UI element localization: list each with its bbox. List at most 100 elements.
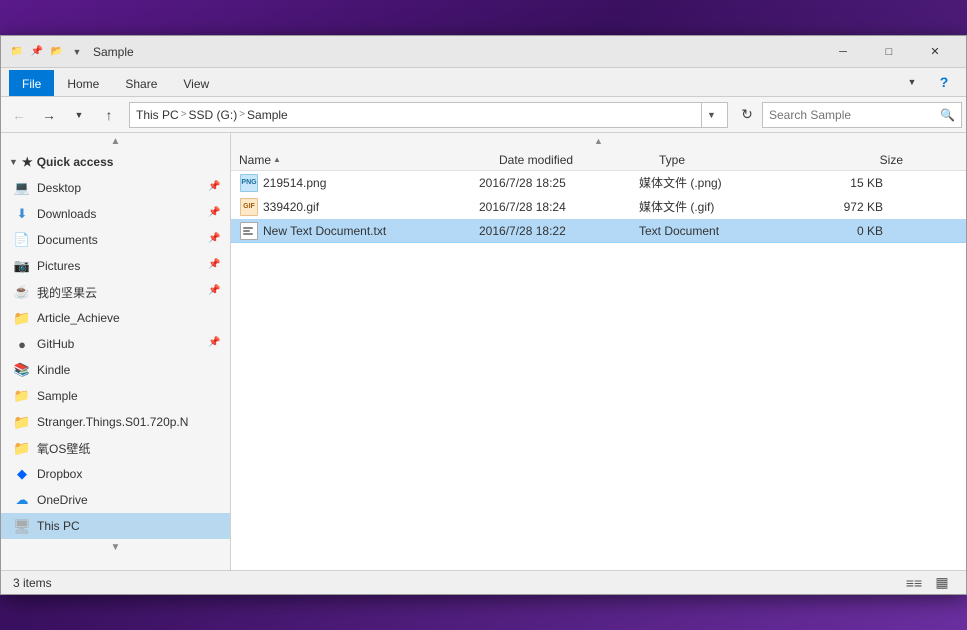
quickaccess-label: Quick access bbox=[37, 155, 114, 169]
file-type-txt: Text Document bbox=[631, 224, 791, 238]
bc-thispc[interactable]: This PC bbox=[136, 108, 179, 122]
view-controls: ≡≡ ▦ bbox=[902, 573, 954, 593]
up-button[interactable]: ↑ bbox=[95, 101, 123, 129]
sidebar-item-thispc[interactable]: 🖥 This PC bbox=[1, 513, 230, 539]
file-list-scroll-up[interactable]: ▲ bbox=[594, 136, 603, 146]
ribbon-tabs: File Home Share View ▼ ? bbox=[1, 68, 966, 96]
sidebar-item-github[interactable]: ● GitHub 📌 bbox=[1, 331, 230, 357]
back-button[interactable]: ← bbox=[5, 101, 33, 129]
sidebar-item-label: 氧OS壁纸 bbox=[37, 440, 90, 457]
tab-share[interactable]: Share bbox=[112, 70, 170, 96]
sidebar-item-article[interactable]: 📁 Article_Achieve bbox=[1, 305, 230, 331]
title-bar: 📁 📌 📂 ▼ Sample ─ □ ✕ bbox=[1, 36, 966, 68]
maximize-button[interactable]: □ bbox=[866, 36, 912, 68]
search-box[interactable]: 🔍 bbox=[762, 102, 962, 128]
col-type-label: Type bbox=[659, 153, 685, 167]
sidebar-section-quickaccess[interactable]: ▼ ★ Quick access bbox=[1, 149, 230, 175]
col-name-label: Name bbox=[239, 153, 271, 167]
sidebar-item-desktop[interactable]: 💻 Desktop 📌 bbox=[1, 175, 230, 201]
pin-icon: 📌 bbox=[208, 181, 222, 195]
tab-home[interactable]: Home bbox=[54, 70, 112, 96]
down-arrow-icon: ▼ bbox=[69, 44, 85, 60]
folder-icon-small: 📂 bbox=[49, 44, 65, 60]
sidebar-item-onedrive[interactable]: ☁ OneDrive bbox=[1, 487, 230, 513]
pin-icon: 📌 bbox=[208, 285, 222, 299]
file-type-gif: 媒体文件 (.gif) bbox=[631, 198, 791, 215]
sidebar-scroll-up[interactable]: ▲ bbox=[1, 133, 230, 149]
sidebar-item-label: Article_Achieve bbox=[37, 311, 120, 325]
file-size-gif: 972 KB bbox=[791, 200, 891, 214]
sort-arrow-name: ▲ bbox=[273, 155, 281, 164]
window-title: Sample bbox=[93, 45, 820, 59]
file-row-txt[interactable]: New Text Document.txt 2016/7/28 18:22 Te… bbox=[231, 219, 966, 243]
sidebar-item-documents[interactable]: 📄 Documents 📌 bbox=[1, 227, 230, 253]
sidebar-item-sample[interactable]: 📁 Sample bbox=[1, 383, 230, 409]
onedrive-icon: ☁ bbox=[13, 491, 31, 509]
search-icon: 🔍 bbox=[940, 108, 955, 122]
github-icon: ● bbox=[13, 335, 31, 353]
window-icon-folder: 📁 bbox=[9, 44, 25, 60]
ribbon-dropdown-btn[interactable]: ▼ bbox=[898, 68, 926, 96]
help-button[interactable]: ? bbox=[930, 68, 958, 96]
folder-icon: 📁 bbox=[13, 309, 31, 327]
title-bar-icons: 📁 📌 📂 ▼ bbox=[9, 44, 85, 60]
file-name-cell-png: PNG 219514.png bbox=[231, 173, 471, 193]
kindle-icon: 📚 bbox=[13, 361, 31, 379]
bc-sample[interactable]: Sample bbox=[247, 108, 288, 122]
downloads-icon: ⬇ bbox=[13, 205, 31, 223]
bc-ssd[interactable]: SSD (G:) bbox=[189, 108, 238, 122]
nuts-icon: ☕ bbox=[13, 283, 31, 301]
close-button[interactable]: ✕ bbox=[912, 36, 958, 68]
sidebar-item-label: Downloads bbox=[37, 207, 96, 221]
sidebar-item-nuts[interactable]: ☕ 我的坚果云 📌 bbox=[1, 279, 230, 305]
sidebar-item-pictures[interactable]: 📷 Pictures 📌 bbox=[1, 253, 230, 279]
col-header-date[interactable]: Date modified bbox=[491, 153, 651, 167]
details-view-button[interactable]: ≡≡ bbox=[902, 573, 926, 593]
file-name-cell-txt: New Text Document.txt bbox=[231, 221, 471, 241]
sidebar-item-dropbox[interactable]: ◆ Dropbox bbox=[1, 461, 230, 487]
window-controls: ─ □ ✕ bbox=[820, 36, 958, 68]
sidebar-item-stranger[interactable]: 📁 Stranger.Things.S01.720p.N bbox=[1, 409, 230, 435]
col-header-name[interactable]: Name ▲ bbox=[231, 153, 491, 167]
search-input[interactable] bbox=[769, 108, 936, 122]
sidebar-item-kindle[interactable]: 📚 Kindle bbox=[1, 357, 230, 383]
sidebar-item-downloads[interactable]: ⬇ Downloads 📌 bbox=[1, 201, 230, 227]
col-date-label: Date modified bbox=[499, 153, 573, 167]
sidebar-item-label: GitHub bbox=[37, 337, 74, 351]
sidebar-item-label: Pictures bbox=[37, 259, 80, 273]
ribbon: File Home Share View ▼ ? bbox=[1, 68, 966, 97]
refresh-button[interactable]: ↻ bbox=[734, 102, 760, 128]
file-row-gif[interactable]: GIF 339420.gif 2016/7/28 18:24 媒体文件 (.gi… bbox=[231, 195, 966, 219]
recent-button[interactable]: ▼ bbox=[65, 101, 93, 129]
png-file-icon: PNG bbox=[239, 173, 259, 193]
sidebar-item-label: Dropbox bbox=[37, 467, 82, 481]
bc-sep-1: > bbox=[181, 109, 187, 120]
tab-view[interactable]: View bbox=[170, 70, 222, 96]
col-header-size[interactable]: Size bbox=[811, 153, 911, 167]
file-name-txt: New Text Document.txt bbox=[263, 224, 386, 238]
gif-file-icon: GIF bbox=[239, 197, 259, 217]
address-bar[interactable]: This PC > SSD (G:) > Sample ▼ bbox=[129, 102, 728, 128]
col-size-label: Size bbox=[880, 153, 903, 167]
main-area: ▲ ▼ ★ Quick access 💻 Desktop 📌 ⬇ Downloa… bbox=[1, 133, 966, 570]
file-name-cell-gif: GIF 339420.gif bbox=[231, 197, 471, 217]
file-row-png[interactable]: PNG 219514.png 2016/7/28 18:25 媒体文件 (.pn… bbox=[231, 171, 966, 195]
file-list: ▲ Name ▲ Date modified Type Size bbox=[231, 133, 966, 570]
file-date-txt: 2016/7/28 18:22 bbox=[471, 224, 631, 238]
pin-icon: 📌 bbox=[208, 337, 222, 351]
sidebar-item-label: This PC bbox=[37, 519, 80, 533]
minimize-button[interactable]: ─ bbox=[820, 36, 866, 68]
dropbox-icon: ◆ bbox=[13, 465, 31, 483]
forward-button[interactable]: → bbox=[35, 101, 63, 129]
sidebar-item-osx[interactable]: 📁 氧OS壁纸 bbox=[1, 435, 230, 461]
pin-icon: 📌 bbox=[208, 259, 222, 273]
quickaccess-chevron: ▼ bbox=[9, 157, 18, 167]
tab-file[interactable]: File bbox=[9, 70, 54, 96]
quick-access-icon: 📌 bbox=[29, 44, 45, 60]
folder-icon: 📁 bbox=[13, 413, 31, 431]
sample-icon: 📁 bbox=[13, 387, 31, 405]
address-dropdown[interactable]: ▼ bbox=[701, 102, 721, 128]
col-header-type[interactable]: Type bbox=[651, 153, 811, 167]
preview-view-button[interactable]: ▦ bbox=[930, 573, 954, 593]
sidebar-scroll-down[interactable]: ▼ bbox=[1, 539, 230, 555]
